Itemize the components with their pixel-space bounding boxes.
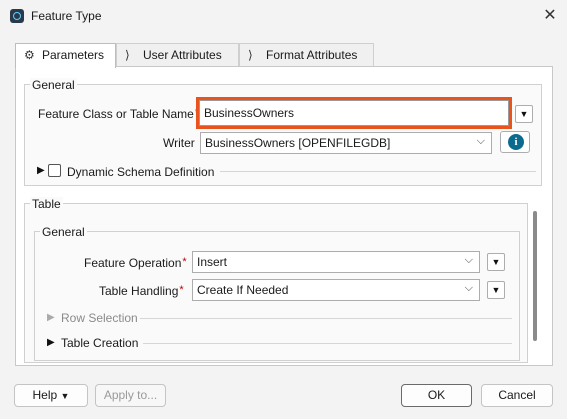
feature-operation-value: Insert (197, 255, 228, 269)
app-icon (10, 9, 24, 23)
chevron-tag-icon: ⟩ (248, 48, 253, 62)
table-general-title: General (40, 225, 87, 239)
separator (143, 343, 512, 344)
feature-class-label-text: Feature Class or Table Name (38, 107, 194, 121)
ok-button[interactable]: OK (401, 384, 472, 407)
table-handling-value: Create If Needed (197, 283, 289, 297)
feature-class-label: Feature Class or Table Name* (38, 107, 199, 121)
table-handling-menu-button[interactable]: ▼ (487, 281, 505, 299)
dynamic-schema-checkbox[interactable] (48, 164, 61, 177)
chevron-down-icon: ⌵ (464, 282, 473, 294)
required-marker: * (182, 256, 187, 268)
table-handling-label: Table Handling* (99, 284, 184, 298)
expand-arrow-icon[interactable]: ▶ (37, 165, 45, 176)
help-label: Help (32, 388, 58, 402)
chevron-down-icon: ▼ (491, 285, 501, 295)
gear-icon: ⚙ (24, 48, 35, 62)
chevron-down-icon: ▼ (519, 109, 529, 119)
writer-select[interactable]: BusinessOwners [OPENFILEGDB] ⌵ (200, 132, 492, 154)
feature-operation-label-text: Feature Operation (84, 256, 182, 270)
highlight-box (196, 97, 512, 129)
required-marker: * (179, 284, 184, 296)
cancel-button[interactable]: Cancel (481, 384, 553, 407)
scrollbar[interactable] (533, 211, 537, 341)
feature-class-dropdown-button[interactable]: ▼ (515, 105, 533, 123)
help-button[interactable]: Help ▼ (14, 384, 88, 407)
chevron-down-icon: ⌵ (476, 135, 485, 147)
table-handling-select[interactable]: Create If Needed ⌵ (192, 279, 480, 301)
table-group-title: Table (30, 197, 63, 211)
apply-to-button[interactable]: Apply to... (95, 384, 166, 407)
writer-value: BusinessOwners [OPENFILEGDB] (205, 136, 391, 150)
row-selection-expand-icon[interactable]: ▶ (47, 312, 55, 323)
chevron-tag-icon: ⟩ (125, 48, 130, 62)
close-icon[interactable]: ✕ (537, 4, 563, 28)
title-bar: Feature Type ✕ (0, 0, 567, 34)
dynamic-schema-label: Dynamic Schema Definition (67, 165, 215, 179)
feature-operation-select[interactable]: Insert ⌵ (192, 251, 480, 273)
tab-format-attributes[interactable]: ⟩ Format Attributes (239, 43, 374, 67)
info-icon: i (508, 134, 524, 150)
chevron-down-icon: ▼ (60, 391, 70, 401)
feature-operation-label: Feature Operation* (84, 256, 187, 270)
table-creation-expand-icon[interactable]: ▶ (47, 337, 55, 348)
tab-parameters[interactable]: ⚙ Parameters (15, 43, 116, 68)
tab-label: Format Attributes (266, 48, 358, 62)
tab-label: User Attributes (143, 48, 222, 62)
table-handling-label-text: Table Handling (99, 284, 179, 298)
writer-label: Writer (163, 136, 195, 150)
row-selection-label: Row Selection (61, 311, 138, 325)
feature-operation-menu-button[interactable]: ▼ (487, 253, 505, 271)
table-creation-label: Table Creation (61, 336, 139, 350)
separator (220, 171, 536, 172)
tab-label: Parameters (42, 48, 105, 62)
tab-user-attributes[interactable]: ⟩ User Attributes (116, 43, 239, 67)
separator (140, 318, 512, 319)
info-button[interactable]: i (500, 131, 530, 153)
window-title: Feature Type (31, 9, 102, 23)
chevron-down-icon: ▼ (491, 257, 501, 267)
chevron-down-icon: ⌵ (464, 254, 473, 266)
general-group-title: General (30, 78, 77, 92)
